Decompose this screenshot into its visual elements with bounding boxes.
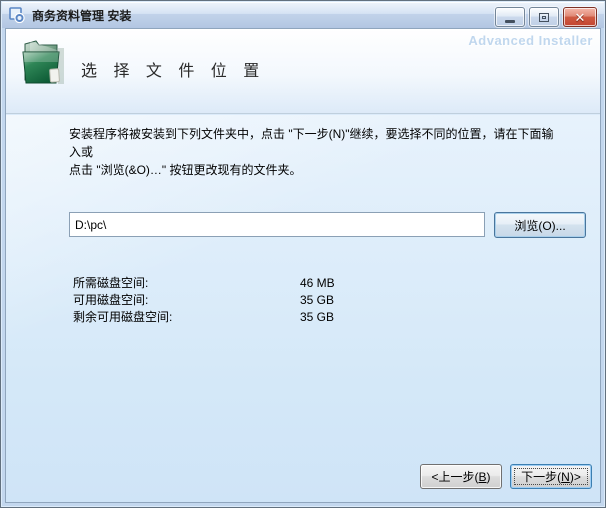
close-icon: ✕ [575, 11, 586, 24]
instruction-line-1: 安装程序将被安装到下列文件夹中，点击 "下一步(N)"继续，要选择不同的位置，请… [69, 125, 555, 161]
folder-icon [18, 36, 68, 88]
disk-required-row: 所需磁盘空间: 46 MB [73, 275, 413, 292]
disk-required-value: 46 MB [300, 275, 335, 292]
disk-available-row: 可用磁盘空间: 35 GB [73, 292, 413, 309]
disk-remaining-value: 35 GB [300, 309, 334, 326]
window-title: 商务资料管理 安装 [32, 7, 131, 24]
caption-buttons: ✕ [495, 7, 597, 27]
next-button-label: 下一步(N)> [521, 468, 581, 485]
maximize-button[interactable] [529, 7, 559, 27]
header-banner: 选 择 文 件 位 置 Advanced Installer [5, 29, 601, 114]
instruction-text: 安装程序将被安装到下列文件夹中，点击 "下一步(N)"继续，要选择不同的位置，请… [69, 125, 555, 179]
minimize-button[interactable] [495, 7, 525, 27]
path-row: 浏览(O)... [69, 212, 579, 239]
instruction-line-2: 点击 "浏览(&O)…" 按钮更改现有的文件夹。 [69, 161, 555, 179]
close-button[interactable]: ✕ [563, 7, 597, 27]
minimize-icon [505, 20, 515, 23]
dialog-body: 安装程序将被安装到下列文件夹中，点击 "下一步(N)"继续，要选择不同的位置，请… [5, 115, 601, 503]
app-package-icon [9, 7, 26, 23]
disk-remaining-row: 剩余可用磁盘空间: 35 GB [73, 309, 413, 326]
disk-space-info: 所需磁盘空间: 46 MB 可用磁盘空间: 35 GB 剩余可用磁盘空间: 35… [73, 275, 413, 326]
browse-button[interactable]: 浏览(O)... [494, 212, 586, 238]
disk-remaining-label: 剩余可用磁盘空间: [73, 309, 300, 326]
back-button-label: <上一步(B) [431, 468, 490, 485]
titlebar[interactable]: 商务资料管理 安装 ✕ [2, 2, 604, 29]
disk-available-label: 可用磁盘空间: [73, 292, 300, 309]
disk-available-value: 35 GB [300, 292, 334, 309]
page-title: 选 择 文 件 位 置 [81, 57, 265, 81]
installer-window: 商务资料管理 安装 ✕ [0, 0, 606, 508]
back-button[interactable]: <上一步(B) [420, 464, 502, 489]
next-button[interactable]: 下一步(N)> [510, 464, 592, 489]
maximize-icon [539, 13, 549, 22]
disk-required-label: 所需磁盘空间: [73, 275, 300, 292]
advanced-installer-watermark: Advanced Installer [468, 33, 593, 48]
install-path-input[interactable] [69, 212, 485, 237]
